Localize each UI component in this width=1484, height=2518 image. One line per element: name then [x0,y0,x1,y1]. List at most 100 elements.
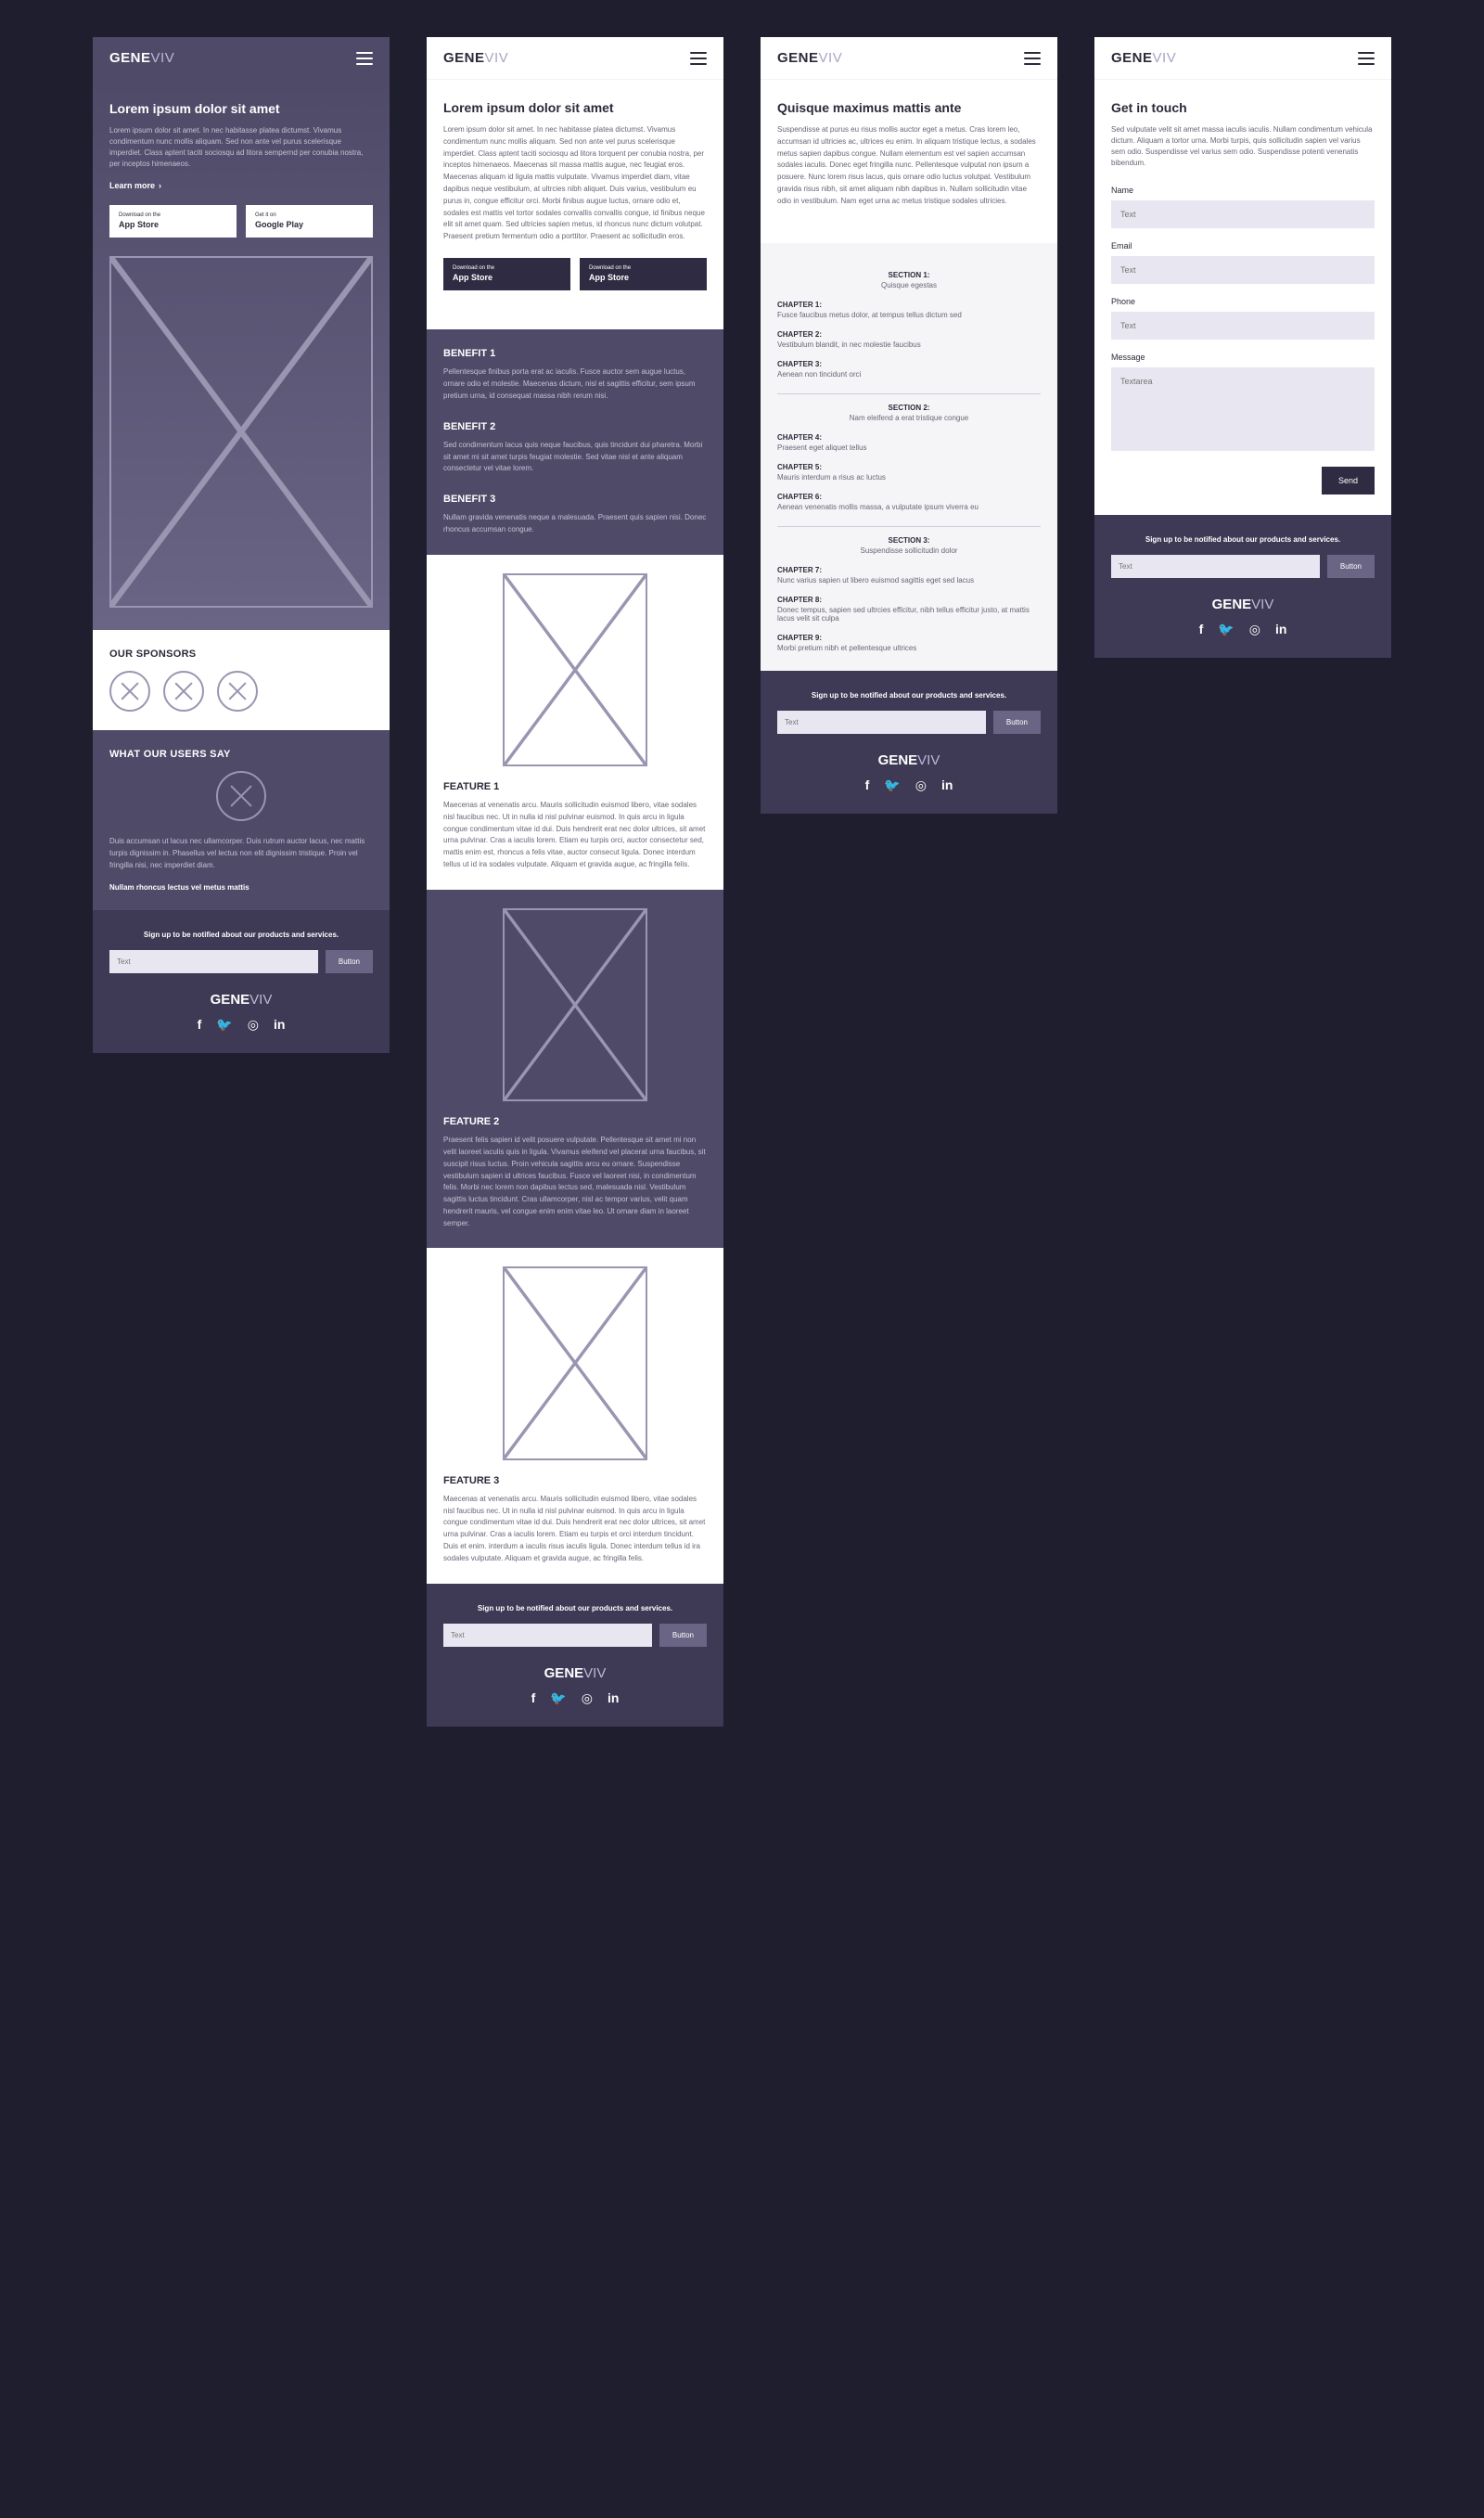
page-body: Sed vulputate velit sit amet massa iacul… [1111,124,1375,169]
testimonial-name: Nullam rhoncus lectus vel metus mattis [109,883,373,892]
brand-logo[interactable]: GENEVIV [109,50,174,66]
chapter-desc: Nunc varius sapien ut libero euismod sag… [777,576,1041,585]
twitter-icon[interactable]: 🐦 [550,1690,566,1706]
subscribe-input[interactable] [109,950,318,973]
feature-image-placeholder [503,1266,647,1459]
screen-2-features: GENEVIV Lorem ipsum dolor sit amet Lorem… [427,37,723,1727]
page-title: Get in touch [1111,100,1375,115]
section-label: SECTION 1: [777,271,1041,279]
chapter-item[interactable]: CHAPTER 3:Aenean non tincidunt orci [777,360,1041,379]
subscribe-row: Button [443,1624,707,1647]
message-label: Message [1111,353,1375,362]
feature-body: Maecenas at venenatis arcu. Mauris solli… [443,800,707,871]
benefit-block: BENEFIT 1Pellentesque finibus porta erat… [443,348,707,402]
instagram-icon[interactable]: ◎ [248,1017,259,1033]
linkedin-icon[interactable]: in [1275,622,1286,637]
footer-logo[interactable]: GENEVIV [109,992,373,1008]
app-store-button[interactable]: Download on theApp Store [443,258,570,290]
hamburger-icon[interactable] [1024,52,1041,65]
brand-logo[interactable]: GENEVIV [1111,50,1176,66]
hamburger-icon[interactable] [356,52,373,65]
message-textarea[interactable] [1111,367,1375,451]
sponsor-logo-placeholder [163,671,204,712]
testimonial-body: Duis accumsan ut lacus nec ullamcorper. … [109,836,373,871]
social-icons: f 🐦 ◎ in [109,1017,373,1033]
instagram-icon[interactable]: ◎ [915,777,927,793]
subscribe-button[interactable]: Button [659,1624,707,1647]
feature-block: FEATURE 2Praesent felis sapien id velit … [427,890,723,1249]
section-header: SECTION 2: Nam eleifend a erat tristique … [777,404,1041,422]
section-subtitle: Suspendisse sollicitudin dolor [777,546,1041,555]
chapter-item[interactable]: CHAPTER 6:Aenean venenatis mollis massa,… [777,493,1041,511]
chapter-item[interactable]: CHAPTER 5: Mauris interdum a risus ac luc… [777,463,1041,482]
subscribe-input[interactable] [1111,555,1320,578]
testimonial-title: WHAT OUR USERS SAY [109,749,373,760]
chevron-right-icon: › [159,181,161,190]
subscribe-input[interactable] [777,711,986,734]
benefit-title: BENEFIT 2 [443,421,707,432]
avatar-placeholder [216,771,266,821]
hero-section: Lorem ipsum dolor sit amet Lorem ipsum d… [93,79,390,630]
footer: Sign up to be notified about our product… [761,671,1057,814]
field-input[interactable] [1111,256,1375,284]
twitter-icon[interactable]: 🐦 [1218,622,1234,637]
page-title: Lorem ipsum dolor sit amet [443,100,707,115]
social-icons: f 🐦 ◎ in [777,777,1041,793]
hamburger-icon[interactable] [690,52,707,65]
chapter-desc: Praesent eget aliquet tellus [777,443,1041,452]
subscribe-button[interactable]: Button [993,711,1041,734]
chapter-label: CHAPTER 2: [777,330,1041,339]
section-subtitle: Nam eleifend a erat tristique congue [777,414,1041,422]
chapter-item[interactable]: CHAPTER 7: Nunc varius sapien ut libero e… [777,566,1041,585]
footer-logo[interactable]: GENEVIV [777,752,1041,768]
chapter-item[interactable]: CHAPTER 9:Morbi pretium nibh et pellente… [777,634,1041,652]
footer-logo[interactable]: GENEVIV [1111,597,1375,612]
feature-body: Maecenas at venenatis arcu. Mauris solli… [443,1494,707,1565]
hamburger-icon[interactable] [1358,52,1375,65]
google-play-button[interactable]: Get it onGoogle Play [246,205,373,238]
app-store-button[interactable]: Download on theApp Store [109,205,237,238]
twitter-icon[interactable]: 🐦 [216,1017,232,1033]
field-input[interactable] [1111,312,1375,340]
brand-logo[interactable]: GENEVIV [443,50,508,66]
chapter-item[interactable]: CHAPTER 4:Praesent eget aliquet tellus [777,433,1041,452]
footer-logo[interactable]: GENEVIV [443,1665,707,1681]
subscribe-input[interactable] [443,1624,652,1647]
benefit-body: Pellentesque finibus porta erat ac iacul… [443,366,707,402]
send-button[interactable]: Send [1322,467,1375,495]
chapter-item[interactable]: CHAPTER 1:Fusce faucibus metus dolor, at… [777,301,1041,319]
twitter-icon[interactable]: 🐦 [884,777,900,793]
linkedin-icon[interactable]: in [274,1017,285,1033]
app-store-button-2[interactable]: Download on theApp Store [580,258,707,290]
subscribe-button[interactable]: Button [326,950,373,973]
feature-block: FEATURE 3Maecenas at venenatis arcu. Mau… [427,1248,723,1583]
section-divider [777,526,1041,527]
chapter-item[interactable]: CHAPTER 8:Donec tempus, sapien sed ultrc… [777,596,1041,623]
chapter-item[interactable]: CHAPTER 2:Vestibulum blandit, in nec mol… [777,330,1041,349]
facebook-icon[interactable]: f [198,1017,202,1033]
field-input[interactable] [1111,200,1375,228]
section-label: SECTION 2: [777,404,1041,412]
linkedin-icon[interactable]: in [941,777,953,793]
facebook-icon[interactable]: f [865,777,870,793]
hero-image-placeholder [109,256,373,608]
facebook-icon[interactable]: f [1199,622,1204,637]
subscribe-row: Button [1111,555,1375,578]
linkedin-icon[interactable]: in [608,1690,619,1706]
chapter-desc: Mauris interdum a risus ac luctus [777,473,1041,482]
chapter-desc: Aenean venenatis mollis massa, a vulputa… [777,503,1041,511]
instagram-icon[interactable]: ◎ [582,1690,593,1706]
subscribe-button[interactable]: Button [1327,555,1375,578]
footer: Sign up to be notified about our product… [1094,515,1391,658]
sponsors-section: OUR SPONSORS [93,630,390,730]
learn-more-link[interactable]: Learn more› [109,181,161,190]
instagram-icon[interactable]: ◎ [1249,622,1260,637]
chapter-label: CHAPTER 1: [777,301,1041,309]
facebook-icon[interactable]: f [531,1690,536,1706]
brand-logo[interactable]: GENEVIV [777,50,842,66]
chapter-label: CHAPTER 7: [777,566,1041,574]
chapter-label: CHAPTER 5: [777,463,1041,471]
chapter-desc: Morbi pretium nibh et pellentesque ultri… [777,644,1041,652]
feature-title: FEATURE 2 [443,1116,707,1127]
form-field: Email [1111,241,1375,284]
